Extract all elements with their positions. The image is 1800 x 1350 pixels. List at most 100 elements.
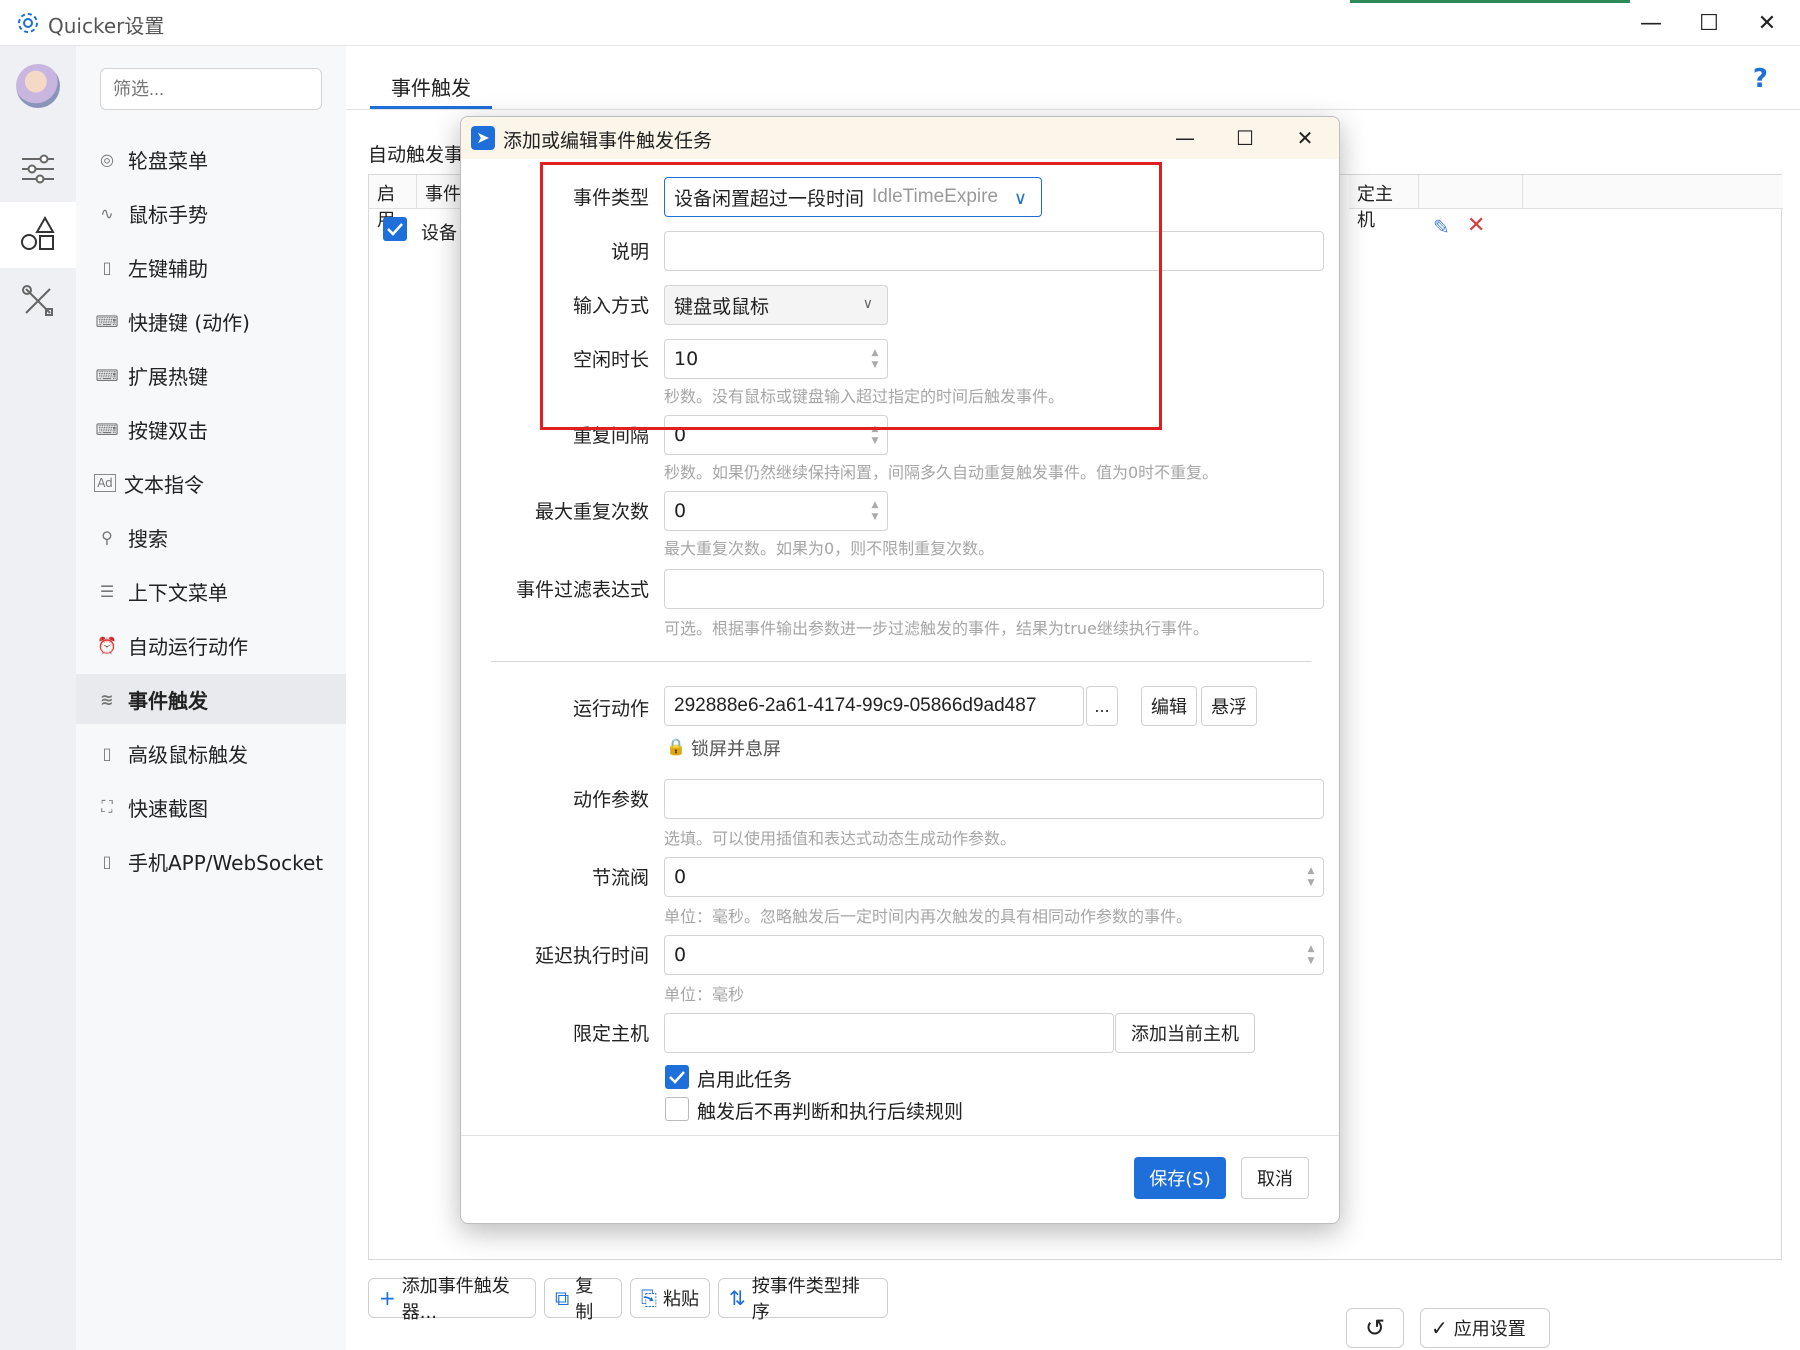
spinner-icon[interactable]: ▲ ▼ (869, 499, 881, 523)
dialog-maximize-button[interactable]: ☐ (1215, 117, 1275, 159)
sidebar-item-extended-hotkey[interactable]: ⌨ 扩展热键 (76, 350, 346, 400)
save-button[interactable]: 保存(S) (1134, 1157, 1226, 1199)
sort-button[interactable]: ⇅ 按事件类型排序 (718, 1276, 888, 1323)
minimize-button[interactable]: — (1622, 0, 1680, 46)
action-params-input[interactable] (664, 779, 1324, 819)
filter-input[interactable] (100, 68, 322, 110)
host-input[interactable] (664, 1013, 1114, 1053)
column-host[interactable]: 定主机 (1349, 175, 1419, 231)
run-action-input[interactable]: 292888e6-2a61-4174-99c9-05866d9ad487 (664, 686, 1084, 726)
spinner-icon[interactable]: ▲ ▼ (1305, 865, 1317, 889)
sidebar-item-screenshot[interactable]: ⛶ 快速截图 (76, 782, 346, 832)
enable-task-checkbox[interactable] (665, 1065, 689, 1089)
max-repeat-label: 最大重复次数 (534, 501, 649, 523)
browse-action-button[interactable]: ... (1086, 686, 1118, 726)
copy-icon: ⧉ (555, 1286, 570, 1310)
rail-tools[interactable] (0, 268, 76, 334)
ad-icon: Ad (94, 474, 116, 492)
max-repeat-input[interactable]: 0 ▲ ▼ (664, 491, 888, 531)
sidebar-item-double-tap[interactable]: ⌨ 按键双击 (76, 404, 346, 454)
paste-button[interactable]: ⎘ 粘贴 (630, 1278, 710, 1318)
delay-value: 0 (674, 944, 687, 966)
titlebar-accent (1350, 0, 1630, 3)
sidebar-item-left-click[interactable]: ▯ 左键辅助 (76, 242, 346, 292)
enable-task-label[interactable]: 启用此任务 (697, 1065, 792, 1092)
sidebar-item-label: 上下文菜单 (128, 580, 228, 605)
section-divider (491, 661, 1311, 662)
apply-settings-label: 应用设置 (1453, 1319, 1526, 1340)
undo-button[interactable]: ↺ (1346, 1308, 1404, 1348)
rail-triggers[interactable] (0, 202, 76, 268)
cancel-button[interactable]: 取消 (1241, 1157, 1309, 1199)
window-titlebar: Quicker设置 — ☐ ✕ (0, 0, 1800, 46)
filter-expr-label: 事件过滤表达式 (515, 579, 649, 601)
row-event-text: 设备 (421, 223, 457, 244)
avatar[interactable] (16, 64, 60, 108)
paste-icon: ⎘ (641, 1286, 657, 1310)
pencil-icon[interactable]: ✎ (1433, 215, 1450, 239)
sidebar: ◎轮盘菜单 ∿鼠标手势 ▯左键辅助 ⌨快捷键 (动作) ⌨扩展热键 ⌨按键双击 … (76, 46, 346, 1350)
sidebar-item-advanced-mouse[interactable]: ▯ 高级鼠标触发 (76, 728, 346, 778)
action-name: 锁屏并息屏 (691, 739, 781, 760)
help-icon[interactable]: ? (1753, 64, 1768, 94)
paste-label: 粘贴 (663, 1289, 699, 1310)
sidebar-item-context-menu[interactable]: ☰ 上下文菜单 (76, 566, 346, 616)
check-icon (669, 1071, 685, 1084)
spinner-icon[interactable]: ▲ ▼ (1305, 943, 1317, 967)
shapes-icon (21, 216, 55, 250)
dialog-titlebar: ➤ 添加或编辑事件触发任务 — ☐ ✕ (461, 117, 1339, 159)
delete-icon[interactable]: ✕ (1467, 213, 1485, 238)
maximize-button[interactable]: ☐ (1680, 0, 1738, 46)
sidebar-item-event-trigger[interactable]: ≋ 事件触发 (76, 674, 346, 724)
add-current-host-button[interactable]: 添加当前主机 (1115, 1013, 1255, 1053)
max-repeat-hint: 最大重复次数。如果为0，则不限制重复次数。 (664, 539, 995, 558)
phone-icon: ▯ (102, 851, 112, 871)
float-action-button[interactable]: 悬浮 (1201, 686, 1257, 726)
apply-settings-button[interactable]: ✓ 应用设置 (1420, 1308, 1550, 1348)
sidebar-item-mobile-app[interactable]: ▯ 手机APP/WebSocket (76, 836, 346, 886)
sidebar-item-text-command[interactable]: Ad 文本指令 (76, 458, 346, 508)
sidebar-item-label: 文本指令 (124, 472, 204, 497)
sidebar-item-auto-run[interactable]: ⏰ 自动运行动作 (76, 620, 346, 670)
dialog-minimize-button[interactable]: — (1155, 117, 1215, 159)
sidebar-item-label: 按键双击 (128, 418, 208, 443)
column-spare (1523, 175, 1783, 209)
stop-after-label[interactable]: 触发后不再判断和执行后续规则 (697, 1097, 963, 1124)
window-title: Quicker设置 (48, 14, 165, 38)
filter-expr-input[interactable] (664, 569, 1324, 609)
sidebar-item-search[interactable]: ⚲ 搜索 (76, 512, 346, 562)
gesture-icon: ∿ (100, 203, 114, 223)
sidebar-item-mouse-gesture[interactable]: ∿ 鼠标手势 (76, 188, 346, 238)
tools-icon (22, 285, 53, 316)
copy-button[interactable]: ⧉ 复制 (544, 1276, 622, 1323)
add-trigger-button[interactable]: + 添加事件触发器... (368, 1276, 536, 1323)
sort-label: 按事件类型排序 (751, 1276, 860, 1323)
throttle-input[interactable]: 0 ▲ ▼ (664, 857, 1324, 897)
wheel-icon: ◎ (100, 149, 114, 169)
sliders-icon (22, 154, 54, 184)
tab-event-trigger[interactable]: 事件触发 (370, 72, 492, 106)
screenshot-icon: ⛶ (101, 797, 113, 816)
rail-settings[interactable] (0, 136, 76, 202)
section-label: 自动触发事 (368, 144, 464, 166)
action-params-hint: 选填。可以使用插值和表达式动态生成动作参数。 (664, 829, 1017, 848)
sidebar-item-label: 自动运行动作 (128, 634, 248, 659)
edit-action-button[interactable]: 编辑 (1141, 686, 1197, 726)
delay-input[interactable]: 0 ▲ ▼ (664, 935, 1324, 975)
quicker-logo-icon: ➤ (471, 126, 495, 150)
check-icon (387, 223, 403, 236)
stop-after-checkbox[interactable] (665, 1097, 689, 1121)
close-button[interactable]: ✕ (1738, 0, 1796, 46)
sidebar-item-label: 左键辅助 (128, 256, 208, 281)
footer-divider (461, 1135, 1339, 1136)
sidebar-item-wheel-menu[interactable]: ◎ 轮盘菜单 (76, 134, 346, 184)
tab-divider (346, 109, 1800, 110)
menu-icon: ☰ (99, 581, 115, 601)
dialog-close-button[interactable]: ✕ (1275, 117, 1335, 159)
sidebar-item-label: 扩展热键 (128, 364, 208, 389)
row-enabled-checkbox[interactable] (383, 217, 407, 241)
throttle-value: 0 (674, 866, 687, 888)
alarm-icon: ⏰ (97, 635, 117, 655)
sidebar-item-hotkey-action[interactable]: ⌨ 快捷键 (动作) (76, 296, 346, 346)
column-enabled[interactable]: 启用 (369, 175, 417, 231)
